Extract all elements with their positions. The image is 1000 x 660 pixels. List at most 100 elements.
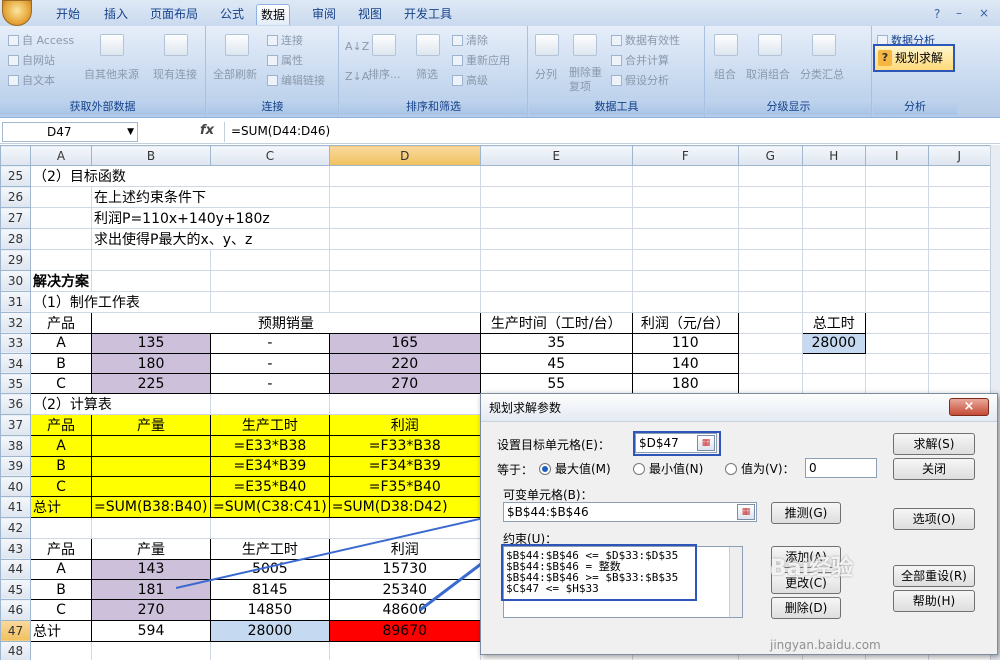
cell[interactable]: 28000 — [210, 619, 330, 642]
cell[interactable] — [631, 228, 739, 251]
remove-duplicates-button[interactable]: 删除重复项 — [569, 66, 605, 94]
cell[interactable]: 生产工时 — [210, 537, 330, 560]
cell[interactable] — [737, 352, 803, 375]
cell[interactable]: 产量 — [91, 537, 211, 560]
cell[interactable] — [91, 455, 211, 478]
row-header[interactable]: 30 — [0, 269, 31, 292]
dialog-close-icon[interactable]: × — [949, 398, 989, 416]
cell[interactable]: C — [30, 476, 92, 498]
tab-1[interactable]: 开始 — [52, 4, 84, 25]
cell[interactable] — [927, 352, 991, 375]
tab-7[interactable]: 视图 — [354, 4, 386, 25]
close-button[interactable]: 关闭 — [893, 458, 975, 480]
data-validation-button[interactable]: 数据有效性 — [611, 32, 680, 48]
cell[interactable]: 180 — [631, 373, 739, 395]
column-header[interactable]: D — [328, 145, 481, 167]
cell[interactable]: 48600 — [328, 599, 481, 621]
cell[interactable] — [91, 249, 211, 271]
row-header[interactable]: 37 — [0, 414, 31, 437]
cell[interactable] — [801, 207, 866, 230]
help-icon[interactable]: ? — [930, 4, 944, 25]
cell[interactable]: A — [30, 332, 92, 354]
row-header[interactable]: 36 — [0, 393, 31, 416]
cell[interactable] — [864, 165, 929, 188]
insert-function-icon[interactable]: fx — [200, 123, 214, 138]
cell[interactable] — [30, 186, 92, 209]
cell[interactable] — [479, 207, 633, 230]
cell[interactable] — [328, 228, 481, 251]
cell[interactable] — [30, 640, 92, 660]
cell[interactable] — [479, 249, 633, 271]
cell[interactable] — [737, 228, 803, 251]
clear-button[interactable]: 清除 — [452, 32, 488, 48]
cell[interactable] — [737, 165, 803, 188]
cell[interactable]: 产品 — [30, 311, 92, 334]
cell[interactable]: 110 — [631, 332, 739, 354]
cell[interactable] — [927, 332, 991, 354]
radio-max[interactable]: 最大值(M) — [539, 460, 611, 477]
cell[interactable]: 总计 — [30, 619, 92, 642]
close-workbook-icon[interactable]: × — [975, 3, 993, 24]
cell[interactable] — [927, 290, 991, 313]
cell[interactable] — [631, 186, 739, 209]
column-header[interactable]: H — [801, 145, 866, 167]
guess-button[interactable]: 推测(G) — [771, 502, 841, 524]
cell[interactable]: 产品 — [30, 414, 92, 437]
cell[interactable] — [737, 249, 803, 271]
filter-button[interactable]: 筛选 — [416, 66, 438, 82]
refresh-all-button[interactable]: 全部刷新 — [213, 66, 257, 82]
cell[interactable] — [927, 249, 991, 271]
cell[interactable]: 270 — [328, 373, 481, 395]
cell[interactable] — [737, 269, 803, 292]
properties-button[interactable]: 属性 — [267, 52, 303, 68]
cell[interactable] — [328, 269, 481, 292]
row-header[interactable]: 43 — [0, 537, 31, 560]
cell[interactable] — [737, 186, 803, 209]
cell[interactable]: 预期销量 — [91, 311, 481, 334]
cell[interactable] — [631, 207, 739, 230]
cell[interactable] — [210, 249, 330, 271]
subtotal-button[interactable]: 分类汇总 — [800, 66, 844, 82]
ungroup-button[interactable]: 取消组合 — [746, 66, 790, 82]
cell[interactable] — [864, 352, 929, 375]
cell[interactable]: （2）目标函数 — [30, 165, 330, 188]
radio-min[interactable]: 最小值(N) — [633, 460, 703, 477]
cell[interactable]: 利润 — [328, 414, 481, 437]
cell[interactable]: 8145 — [210, 578, 330, 601]
cell[interactable] — [801, 165, 866, 188]
row-header[interactable]: 39 — [0, 455, 31, 478]
consolidate-button[interactable]: 合并计算 — [611, 52, 669, 68]
cell[interactable]: A — [30, 558, 92, 580]
cell[interactable]: 135 — [91, 332, 211, 354]
advanced-button[interactable]: 高级 — [452, 72, 488, 88]
column-header[interactable]: F — [631, 145, 739, 167]
group-button[interactable]: 组合 — [714, 66, 736, 82]
cell[interactable] — [801, 228, 866, 251]
cell[interactable]: - — [210, 373, 330, 395]
cell[interactable] — [328, 207, 481, 230]
cell[interactable]: 140 — [631, 352, 739, 375]
cell[interactable] — [210, 269, 330, 292]
column-header[interactable]: J — [927, 145, 991, 167]
cell[interactable]: 生产工时 — [210, 414, 330, 437]
cell[interactable] — [30, 249, 92, 271]
cell[interactable]: 594 — [91, 619, 211, 642]
column-header[interactable]: G — [737, 145, 803, 167]
cell[interactable] — [210, 393, 330, 416]
cell[interactable] — [801, 186, 866, 209]
cell[interactable]: - — [210, 352, 330, 375]
cell[interactable]: 产品 — [30, 537, 92, 560]
cell[interactable]: B — [30, 352, 92, 375]
row-header[interactable]: 25 — [0, 165, 31, 188]
row-header[interactable]: 40 — [0, 476, 31, 498]
minimize-icon[interactable]: – — [952, 3, 966, 24]
cell[interactable] — [91, 269, 211, 292]
row-header[interactable]: 41 — [0, 496, 31, 519]
cell[interactable]: C — [30, 373, 92, 395]
cell[interactable] — [328, 640, 481, 660]
row-header[interactable]: 28 — [0, 228, 31, 251]
tab-2[interactable]: 插入 — [100, 4, 132, 25]
cell[interactable] — [864, 207, 929, 230]
other-sources-button[interactable]: 自其他来源 — [84, 66, 139, 82]
cell[interactable]: 35 — [479, 332, 633, 354]
